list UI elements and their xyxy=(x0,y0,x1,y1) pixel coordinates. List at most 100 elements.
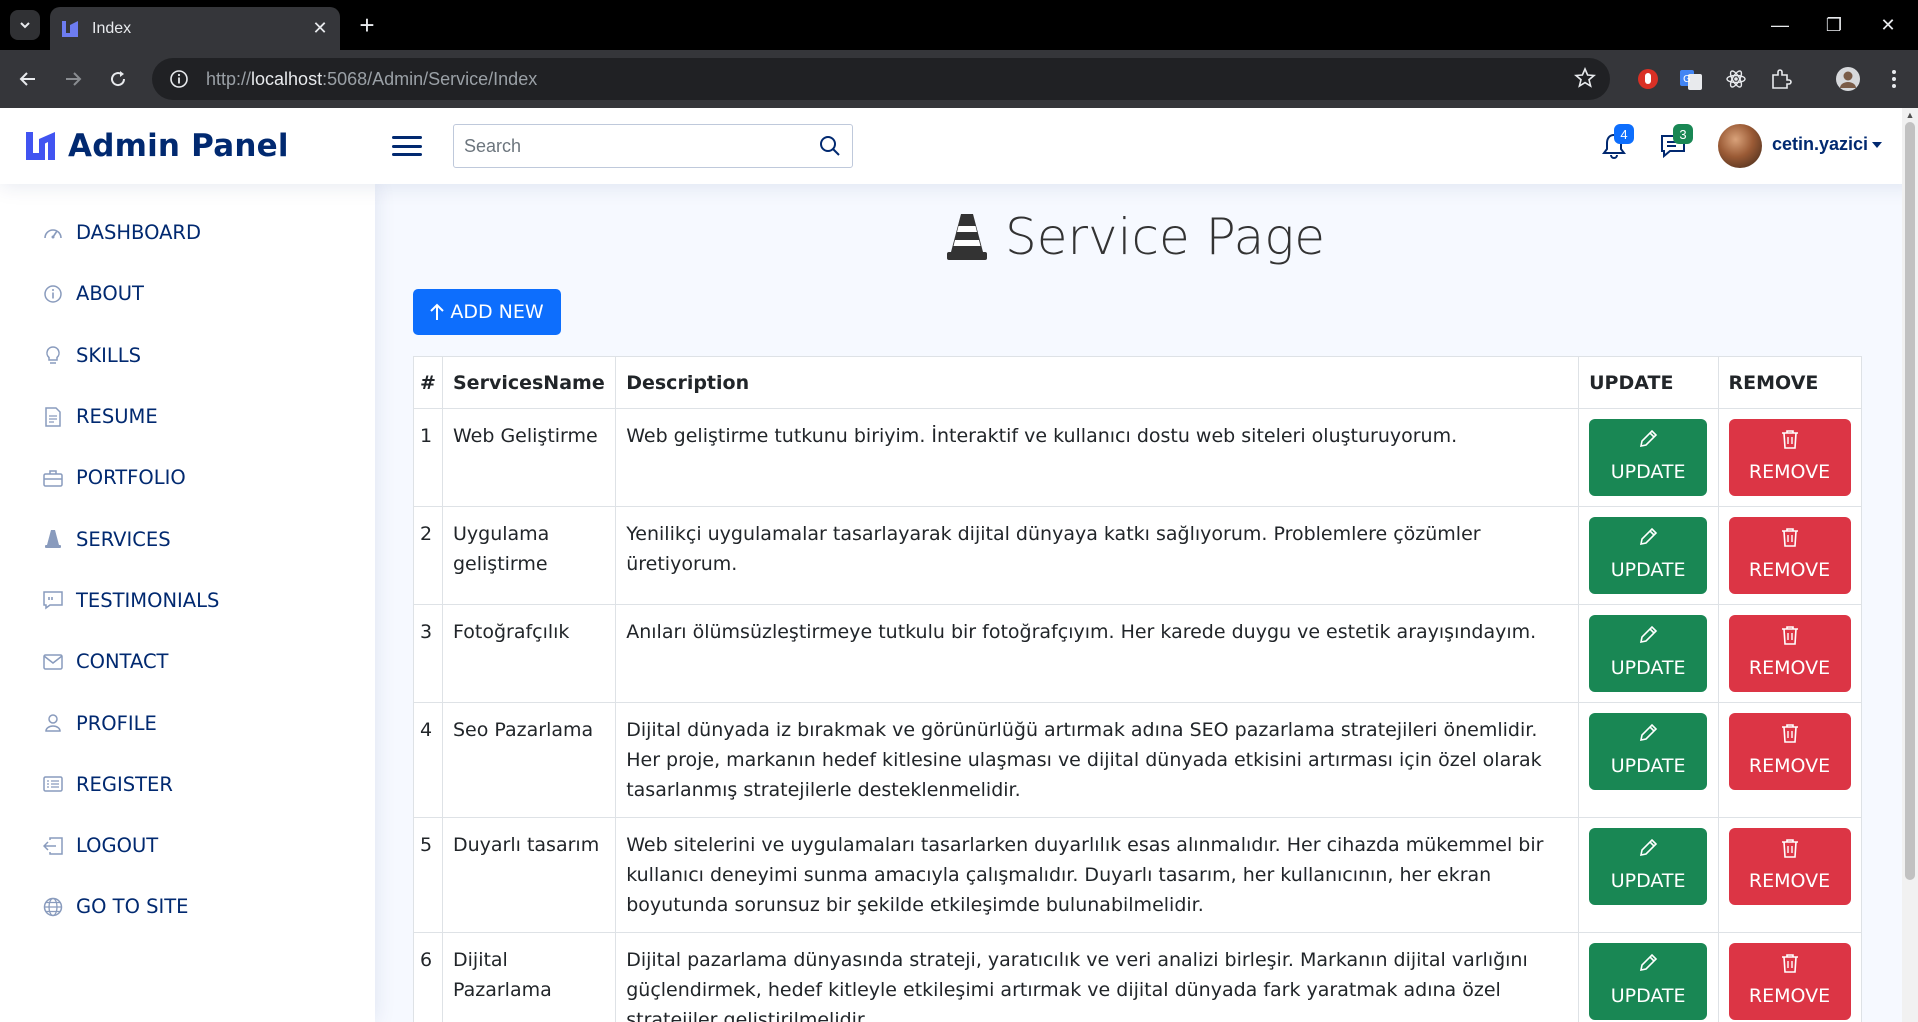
remove-cell: REMOVE xyxy=(1717,702,1863,818)
cone-icon xyxy=(947,214,987,260)
update-label: UPDATE xyxy=(1610,869,1686,892)
sidebar-item-testimonials[interactable]: TESTIMONIALS xyxy=(0,570,375,631)
caret-down-icon xyxy=(1872,141,1883,148)
pencil-icon xyxy=(1640,838,1658,856)
table-row: 2 Uygulama geliştirme Yenilikçi uygulamala… xyxy=(413,506,1863,605)
envelope-icon xyxy=(42,651,64,673)
update-button[interactable]: UPDATE xyxy=(1589,828,1708,905)
trash-icon xyxy=(1781,953,1798,973)
service-description: Web sitelerini ve uygulamaları tasarlark… xyxy=(615,817,1580,933)
extension-hand-icon[interactable] xyxy=(1632,63,1664,95)
remove-button[interactable]: REMOVE xyxy=(1728,713,1851,790)
table-row: 1 Web Geliştirme Web geliştirme tutkunu bi… xyxy=(413,408,1863,507)
sidebar-item-register[interactable]: REGISTER xyxy=(0,754,375,815)
remove-button[interactable]: REMOVE xyxy=(1728,943,1851,1020)
remove-button[interactable]: REMOVE xyxy=(1728,517,1851,594)
update-label: UPDATE xyxy=(1610,754,1686,777)
tab-search-button[interactable] xyxy=(10,10,40,40)
avatar[interactable] xyxy=(1718,124,1762,168)
service-name: Duyarlı tasarım xyxy=(441,817,617,933)
table-row: 5 Duyarlı tasarım Web sitelerini ve uygula… xyxy=(413,817,1863,933)
site-info-icon[interactable] xyxy=(166,66,192,92)
user-menu[interactable]: cetin.yazici xyxy=(1772,134,1883,155)
update-button[interactable]: UPDATE xyxy=(1589,419,1708,496)
sidebar-item-logout[interactable]: LOGOUT xyxy=(0,815,375,876)
page-scrollbar[interactable]: ▲ xyxy=(1902,108,1918,1022)
cone-icon xyxy=(42,528,64,550)
remove-label: REMOVE xyxy=(1748,558,1831,581)
sidebar-item-go-to-site[interactable]: GO TO SITE xyxy=(0,876,375,937)
remove-button[interactable]: REMOVE xyxy=(1728,419,1851,496)
back-button[interactable] xyxy=(10,61,46,97)
update-button[interactable]: UPDATE xyxy=(1589,943,1708,1020)
browser-menu-icon[interactable] xyxy=(1878,63,1910,95)
new-tab-button[interactable]: + xyxy=(352,10,382,40)
remove-label: REMOVE xyxy=(1748,460,1831,483)
remove-cell: REMOVE xyxy=(1717,506,1863,605)
column-header: # xyxy=(413,356,443,409)
sidebar-item-label: PORTFOLIO xyxy=(76,466,186,490)
minimize-button[interactable]: — xyxy=(1752,0,1808,50)
globe-icon xyxy=(42,896,64,918)
app-viewport: Admin Panel 4 3 cetin.yazici DASHBOARD xyxy=(0,108,1918,1022)
search-input[interactable] xyxy=(454,135,808,157)
reload-button[interactable] xyxy=(100,61,136,97)
service-description: Yenilikçi uygulamalar tasarlayarak dijit… xyxy=(615,506,1580,605)
close-tab-icon[interactable]: ✕ xyxy=(310,18,330,39)
update-button[interactable]: UPDATE xyxy=(1589,517,1708,594)
brand-logo[interactable]: Admin Panel xyxy=(24,128,289,164)
arrow-right-icon xyxy=(66,72,82,86)
update-button[interactable]: UPDATE xyxy=(1589,615,1708,692)
sidebar-item-contact[interactable]: CONTACT xyxy=(0,631,375,692)
sidebar-item-services[interactable]: SERVICES xyxy=(0,508,375,569)
sidebar-item-profile[interactable]: PROFILE xyxy=(0,692,375,753)
update-cell: UPDATE xyxy=(1578,932,1719,1022)
browser-tab[interactable]: Index ✕ xyxy=(50,7,340,50)
table-header-row: # ServicesName Description UPDATE REMOVE xyxy=(413,356,1863,409)
add-new-button[interactable]: ADD NEW xyxy=(413,289,561,335)
address-bar[interactable]: http://localhost:5068/Admin/Service/Inde… xyxy=(152,58,1610,100)
react-devtools-icon[interactable] xyxy=(1720,63,1752,95)
sidebar-toggle-button[interactable] xyxy=(392,132,422,160)
profile-avatar-icon[interactable] xyxy=(1832,63,1864,95)
sidebar-item-portfolio[interactable]: PORTFOLIO xyxy=(0,447,375,508)
remove-cell: REMOVE xyxy=(1717,408,1863,507)
translate-icon[interactable]: G xyxy=(1675,63,1707,95)
url-text[interactable]: http://localhost:5068/Admin/Service/Inde… xyxy=(206,69,537,90)
update-button[interactable]: UPDATE xyxy=(1589,713,1708,790)
notifications-badge: 4 xyxy=(1614,124,1634,144)
messages-button[interactable]: 3 xyxy=(1653,124,1693,166)
row-id: 2 xyxy=(413,506,443,605)
sidebar-item-resume[interactable]: RESUME xyxy=(0,386,375,447)
scroll-up-arrow[interactable]: ▲ xyxy=(1902,108,1918,122)
search-button[interactable] xyxy=(808,124,852,168)
remove-cell: REMOVE xyxy=(1717,932,1863,1022)
update-label: UPDATE xyxy=(1610,984,1686,1007)
service-name: Fotoğrafçılık xyxy=(441,604,617,703)
notifications-button[interactable]: 4 xyxy=(1594,124,1634,166)
close-window-button[interactable]: ✕ xyxy=(1860,0,1916,50)
forward-button[interactable] xyxy=(55,61,91,97)
service-description: Dijital dünyada iz bırakmak ve görünürlü… xyxy=(615,702,1580,818)
bookmark-star-icon[interactable] xyxy=(1573,66,1597,94)
remove-button[interactable]: REMOVE xyxy=(1728,615,1851,692)
messages-badge: 3 xyxy=(1673,124,1693,144)
sidebar-item-about[interactable]: ABOUT xyxy=(0,263,375,324)
update-label: UPDATE xyxy=(1610,558,1686,581)
scroll-thumb[interactable] xyxy=(1905,122,1915,880)
remove-button[interactable]: REMOVE xyxy=(1728,828,1851,905)
sidebar: DASHBOARD ABOUT SKILLS RESUME PORTFOLIO … xyxy=(0,184,375,1022)
row-id: 6 xyxy=(413,932,443,1022)
top-header: Admin Panel 4 3 cetin.yazici xyxy=(0,108,1918,184)
person-icon xyxy=(42,712,64,734)
restore-button[interactable]: ❐ xyxy=(1806,0,1862,50)
browser-tab-strip: Index ✕ + — ❐ ✕ xyxy=(0,0,1918,50)
extensions-puzzle-icon[interactable] xyxy=(1765,63,1797,95)
sidebar-item-dashboard[interactable]: DASHBOARD xyxy=(0,202,375,263)
pencil-icon xyxy=(1640,723,1658,741)
sidebar-item-label: SERVICES xyxy=(76,527,171,551)
table-row: 3 Fotoğrafçılık Anıları ölümsüzleştirmeye … xyxy=(413,604,1863,703)
username: cetin.yazici xyxy=(1772,134,1869,154)
sidebar-item-skills[interactable]: SKILLS xyxy=(0,325,375,386)
chevron-down-icon xyxy=(20,22,30,29)
